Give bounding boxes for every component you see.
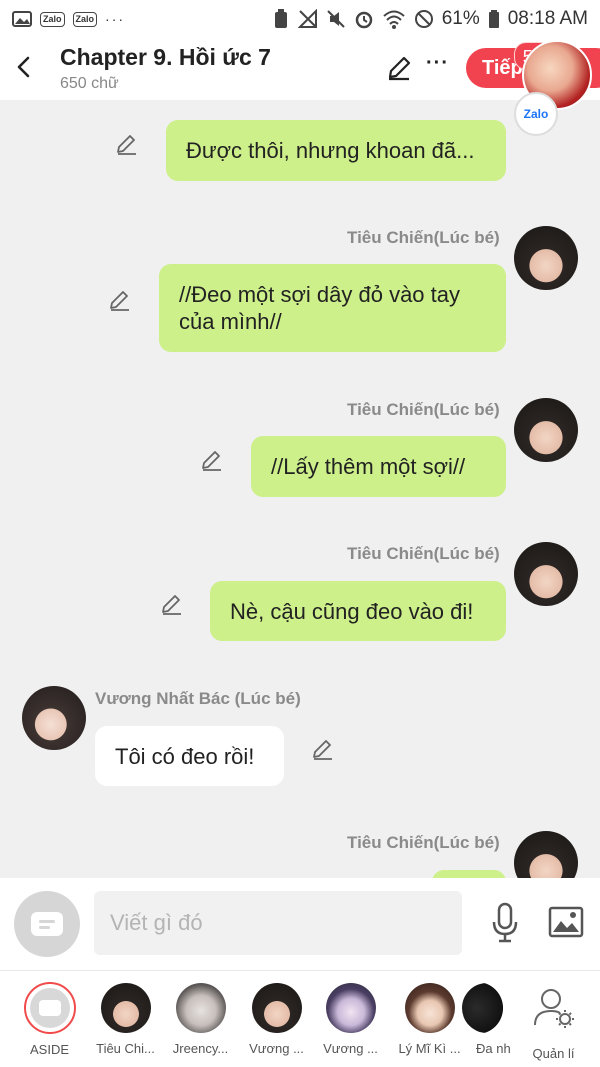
speaker-avatar[interactable] xyxy=(514,398,578,462)
character-label: Vương ... xyxy=(323,1041,378,1056)
message-bubble[interactable]: Tôi có đeo rồi! xyxy=(95,726,284,786)
message-input[interactable] xyxy=(94,891,462,955)
alarm-icon xyxy=(355,11,372,29)
character-label: Đa nh xyxy=(476,1041,510,1056)
edit-pencil-icon[interactable] xyxy=(385,54,413,82)
more-notifications-icon: ··· xyxy=(105,11,126,27)
speaker-avatar[interactable] xyxy=(22,686,86,750)
battery-saver-icon xyxy=(274,9,287,28)
aside-avatar xyxy=(23,982,76,1034)
character-jreency[interactable]: Jreency... xyxy=(163,981,238,1056)
character-vuong-2[interactable]: Vương ... xyxy=(313,981,388,1056)
no-data-icon xyxy=(297,9,317,28)
chapter-title: Chapter 9. Hồi ức 7 xyxy=(60,44,271,70)
speaker-name: Tiêu Chiến(Lúc bé) xyxy=(347,400,500,419)
character-label: Lý Mĩ Kì ... xyxy=(398,1041,461,1056)
character-avatar xyxy=(100,983,151,1033)
character-label: Vương ... xyxy=(249,1041,304,1056)
speaker-avatar[interactable] xyxy=(514,831,578,878)
wifi-icon xyxy=(383,10,405,29)
character-avatar xyxy=(404,983,455,1033)
message-bubble[interactable] xyxy=(432,870,506,878)
message-bubble[interactable]: //Đeo một sợi dây đỏ vào tay của mình// xyxy=(159,264,506,352)
gallery-notification-icon xyxy=(12,11,32,27)
character-bar: ASIDE Tiêu Chi... Jreency... Vương ... V… xyxy=(0,970,600,1067)
edit-message-icon[interactable] xyxy=(311,737,335,761)
speaker-avatar[interactable] xyxy=(514,226,578,290)
status-left: Zalo Zalo ··· xyxy=(12,10,125,28)
battery-icon xyxy=(488,10,499,28)
zalo-logo-icon: Zalo xyxy=(514,92,558,136)
message-icon xyxy=(31,912,63,936)
speaker-name: Tiêu Chiến(Lúc bé) xyxy=(347,833,500,852)
speaker-avatar[interactable] xyxy=(514,542,578,606)
edit-message-icon[interactable] xyxy=(160,592,184,616)
zalo-notification-icon-2: Zalo xyxy=(72,11,98,27)
word-count: 650 chữ xyxy=(60,75,119,92)
status-bar: Zalo Zalo ··· 61% 08:18 AM xyxy=(0,0,600,38)
edit-message-icon[interactable] xyxy=(115,132,139,156)
zalo-notification-icon: Zalo xyxy=(40,11,65,27)
character-avatar xyxy=(251,983,302,1033)
microphone-icon[interactable] xyxy=(490,902,520,944)
speaker-name: Tiêu Chiến(Lúc bé) xyxy=(347,544,500,563)
clock: 08:18 AM xyxy=(507,8,588,29)
character-avatar xyxy=(462,983,510,1033)
battery-percent: 61% xyxy=(441,8,480,29)
character-label: Quản lí xyxy=(532,1046,575,1061)
back-arrow-icon[interactable] xyxy=(12,52,36,82)
character-avatar xyxy=(175,983,226,1033)
message-bubble[interactable]: Nè, cậu cũng đeo vào đi! xyxy=(210,581,506,641)
more-options-icon[interactable]: ··· xyxy=(426,52,449,75)
status-right: 61% 08:18 AM xyxy=(272,8,588,30)
image-icon[interactable] xyxy=(548,906,584,938)
character-vuong-1[interactable]: Vương ... xyxy=(239,981,314,1056)
composer-bar xyxy=(0,878,600,970)
manage-user-gear-icon xyxy=(533,989,574,1028)
character-aside[interactable]: ASIDE xyxy=(12,981,87,1057)
narration-toggle-button[interactable] xyxy=(14,891,80,957)
zalo-chathead[interactable]: Zalo xyxy=(514,40,592,146)
character-label: Jreency... xyxy=(172,1041,229,1056)
message-bubble[interactable]: Được thôi, nhưng khoan đã... xyxy=(166,120,506,181)
edit-message-icon[interactable] xyxy=(200,448,224,472)
edit-message-icon[interactable] xyxy=(108,288,132,312)
character-label: ASIDE xyxy=(29,1042,69,1057)
speaker-name: Vương Nhất Bác (Lúc bé) xyxy=(95,689,301,708)
character-da-nh[interactable]: Đa nh xyxy=(462,981,510,1056)
app-bar: Chapter 9. Hồi ức 7 650 chữ ··· Tiếp 5+ xyxy=(0,38,600,100)
manage-characters-button[interactable]: Quản lí xyxy=(516,981,591,1061)
message-bubble[interactable]: //Lấy thêm một sợi// xyxy=(251,436,506,497)
mute-icon xyxy=(326,10,345,28)
character-tieu-chien[interactable]: Tiêu Chi... xyxy=(88,981,163,1056)
character-ly-mi-ki[interactable]: Lý Mĩ Kì ... xyxy=(392,981,467,1056)
character-avatar xyxy=(325,983,376,1033)
blocked-icon xyxy=(414,10,433,28)
speaker-name: Tiêu Chiến(Lúc bé) xyxy=(347,228,500,247)
character-label: Tiêu Chi... xyxy=(96,1041,155,1056)
chat-area[interactable]: Được thôi, nhưng khoan đã... Tiêu Chiến(… xyxy=(0,100,600,878)
